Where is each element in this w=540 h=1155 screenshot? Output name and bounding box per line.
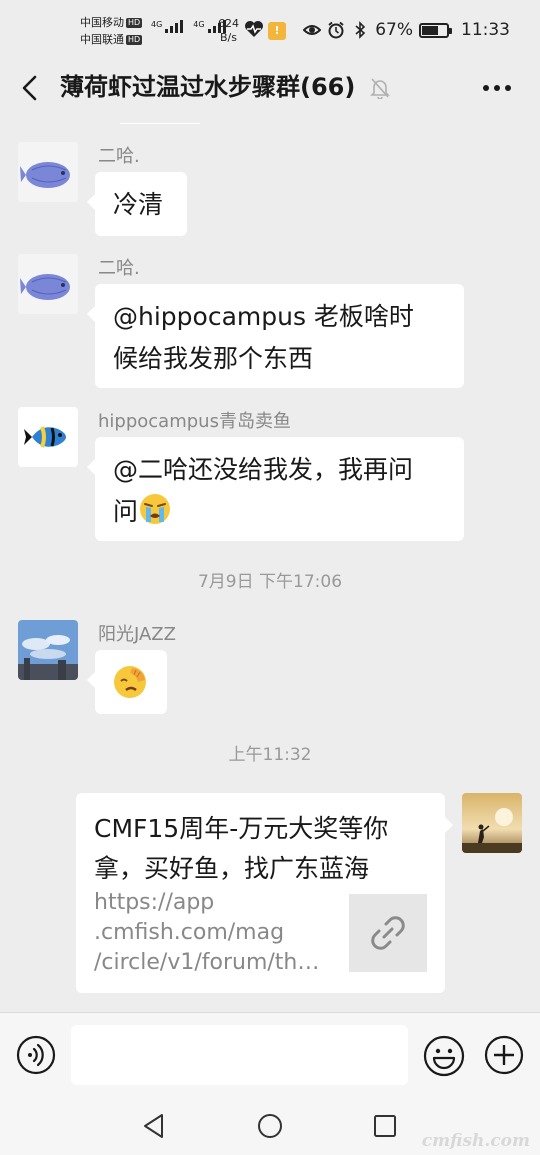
chat-title: 薄荷虾过温过水步骤群(66) <box>60 73 356 101</box>
watermark: cmfish.com <box>421 1131 530 1151</box>
status-right: 67% 11:33 <box>303 20 510 40</box>
carrier-labels: 中国移动 HD 中国联通 HD <box>80 14 143 48</box>
link-url: https://app .cmfish.com/mag /circle/v1/f… <box>94 890 320 975</box>
fish-avatar-image <box>20 162 70 188</box>
plus-icon[interactable] <box>484 1035 524 1075</box>
sender-name: 二哈. <box>98 146 140 167</box>
avatar[interactable] <box>18 142 78 202</box>
message-text: 候给我发那个东西 <box>113 344 314 373</box>
bluetooth-icon <box>355 21 366 39</box>
network-type: 4G <box>193 20 205 29</box>
carrier-1: 中国移动 <box>80 16 124 29</box>
clock: 11:33 <box>461 20 510 40</box>
nav-recent-icon[interactable] <box>373 1114 397 1138</box>
crying-face-emoji <box>140 494 171 524</box>
voice-icon[interactable] <box>16 1035 56 1075</box>
link-icon <box>371 916 405 950</box>
sunset-avatar-image <box>462 793 522 853</box>
message-text: 冷清 <box>113 190 164 219</box>
signal-icon: 4G 4G <box>151 20 226 33</box>
facepalm-emoji <box>114 666 146 698</box>
timestamp: 上午11:32 <box>228 745 312 765</box>
message-bubble[interactable]: @hippocampus 老板啥时 候给我发那个东西 <box>87 284 464 388</box>
network-speed: 624 B/s <box>218 17 239 45</box>
avatar[interactable] <box>18 254 78 314</box>
sender-name: 阳光JAZZ <box>98 624 176 645</box>
hd-badge: HD <box>126 18 143 28</box>
emoji-icon[interactable] <box>423 1035 465 1077</box>
message-bubble[interactable]: @二哈还没给我发，我再问 问 <box>87 437 464 541</box>
message-text: @hippocampus 老板啥时 <box>113 302 414 331</box>
fish-avatar-image <box>20 274 70 300</box>
back-arrow-icon[interactable] <box>18 74 42 102</box>
sky-avatar-image <box>18 620 78 680</box>
nav-back-icon[interactable] <box>142 1113 166 1139</box>
message-input[interactable] <box>71 1025 408 1085</box>
link-thumbnail <box>349 894 427 972</box>
alarm-icon <box>328 21 344 39</box>
nav-home-icon[interactable] <box>257 1113 283 1139</box>
battery-percent: 67% <box>375 20 413 40</box>
status-bar: 中国移动 HD 中国联通 HD 4G 4G 624 B/s ! 67% 11:33 <box>0 0 540 62</box>
partial-bubble <box>120 116 200 124</box>
message-text: @二哈还没给我发，我再问 <box>113 455 414 484</box>
more-dots-icon[interactable] <box>482 78 512 98</box>
message-bubble[interactable]: 冷清 <box>87 172 187 236</box>
message-bubble[interactable] <box>87 650 167 714</box>
carrier-2: 中国联通 <box>80 33 124 46</box>
title-bar: 薄荷虾过温过水步骤群(66) <box>0 62 540 116</box>
input-bar <box>0 1012 540 1097</box>
message-text: 问 <box>113 497 139 526</box>
system-nav-bar: cmfish.com <box>0 1097 540 1155</box>
speed-unit: B/s <box>220 31 237 44</box>
sender-name: 二哈. <box>98 258 140 279</box>
tropical-fish-avatar-image <box>24 426 66 448</box>
link-title: CMF15周年-万元大奖等你拿，买好鱼，找广东蓝海 <box>94 814 389 883</box>
my-avatar[interactable] <box>462 793 522 853</box>
message-list[interactable]: 二哈. 冷清 二哈. @hippocampus 老板啥时 候给我发那个东西 hi… <box>0 116 540 1012</box>
eye-icon <box>303 25 322 35</box>
link-card-message[interactable]: CMF15周年-万元大奖等你拿，买好鱼，找广东蓝海 https://app .c… <box>76 793 453 993</box>
bell-muted-icon <box>370 78 390 99</box>
network-type: 4G <box>151 20 163 29</box>
sender-name: hippocampus青岛卖鱼 <box>98 411 291 432</box>
avatar[interactable] <box>18 407 78 467</box>
timestamp: 7月9日 下午17:06 <box>197 572 343 592</box>
hd-badge: HD <box>126 35 143 45</box>
avatar[interactable] <box>18 620 78 680</box>
heartbeat-icon <box>245 21 263 37</box>
battery-icon <box>419 22 452 38</box>
speed-value: 624 <box>218 17 239 30</box>
notice-icon: ! <box>268 22 286 40</box>
